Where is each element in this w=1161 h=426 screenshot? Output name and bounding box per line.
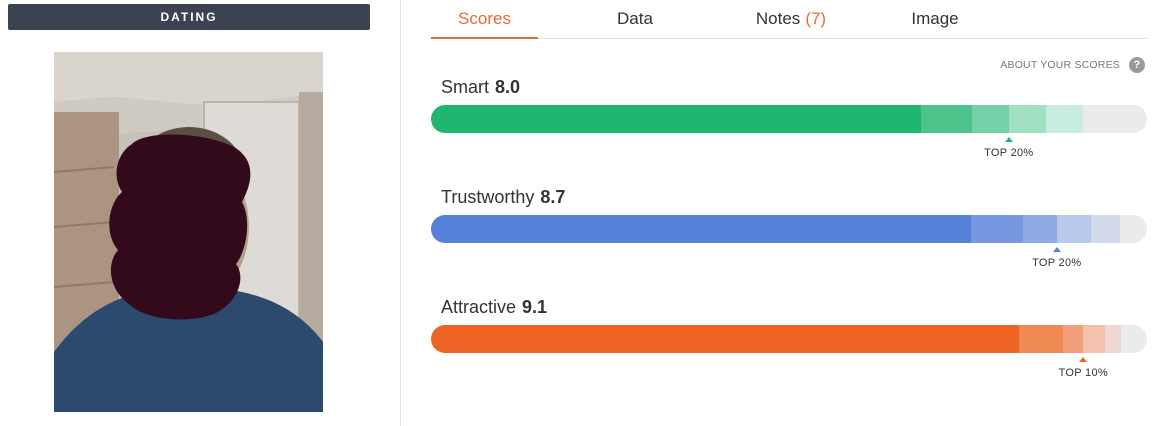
tab-notes[interactable]: Notes (7) — [731, 0, 851, 38]
metric-attractive: Attractive 9.1 TOP 10% — [431, 297, 1147, 397]
left-panel: DATING — [0, 0, 400, 426]
tab-image[interactable]: Image — [885, 0, 985, 38]
percentile-band — [1105, 325, 1121, 353]
percentile-band — [1083, 325, 1105, 353]
percentile-band — [1057, 215, 1091, 243]
percentile-marker — [1052, 247, 1061, 252]
score-fill — [431, 325, 1019, 353]
tab-data-label: Data — [617, 9, 653, 28]
percentile-marker — [1004, 137, 1013, 142]
percentile-band — [1046, 105, 1083, 133]
percentile-band — [971, 215, 1023, 243]
category-badge: DATING — [8, 4, 370, 30]
metric-title: Attractive 9.1 — [441, 297, 547, 321]
percentile-band — [1019, 325, 1063, 353]
metric-trustworthy: Trustworthy 8.7 TOP 20% — [431, 187, 1147, 287]
metric-title: Smart 8.0 — [441, 77, 520, 101]
metric-score: 8.0 — [495, 77, 521, 97]
percentile-label: TOP 20% — [984, 147, 1034, 159]
metric-smart: Smart 8.0 TOP 20% — [431, 77, 1147, 177]
notes-count: (7) — [805, 9, 827, 28]
help-icon[interactable]: ? — [1129, 57, 1145, 73]
metric-score: 9.1 — [522, 297, 548, 317]
tab-image-label: Image — [911, 9, 959, 28]
percentile-label: TOP 20% — [1032, 257, 1082, 269]
tab-scores-label: Scores — [458, 9, 511, 28]
percentile-label: TOP 10% — [1058, 367, 1108, 379]
metric-title: Trustworthy 8.7 — [441, 187, 565, 211]
score-bar — [431, 325, 1147, 353]
metric-name: Smart — [441, 77, 490, 97]
about-your-scores-link[interactable]: ABOUT YOUR SCORES ? — [960, 55, 1145, 75]
metric-name: Attractive — [441, 297, 517, 317]
profile-photo — [54, 52, 323, 412]
score-fill — [431, 215, 971, 243]
score-fill — [431, 105, 921, 133]
tab-scores[interactable]: Scores — [431, 0, 538, 39]
percentile-marker — [1079, 357, 1088, 362]
percentile-band — [1009, 105, 1046, 133]
percentile-band — [1023, 215, 1057, 243]
score-bar — [431, 215, 1147, 243]
tab-notes-label: Notes — [755, 9, 801, 28]
percentile-band — [1063, 325, 1083, 353]
panel-divider — [400, 0, 401, 426]
percentile-band — [1091, 215, 1120, 243]
percentile-band — [921, 105, 972, 133]
score-bar — [431, 105, 1147, 133]
metric-score: 8.7 — [540, 187, 566, 207]
tab-bar: Scores Data Notes (7) Image — [431, 0, 1147, 39]
tab-data[interactable]: Data — [585, 0, 685, 38]
profile-photo-image — [54, 52, 323, 412]
metric-name: Trustworthy — [441, 187, 535, 207]
percentile-band — [972, 105, 1009, 133]
about-your-scores-label: ABOUT YOUR SCORES — [1000, 59, 1120, 71]
